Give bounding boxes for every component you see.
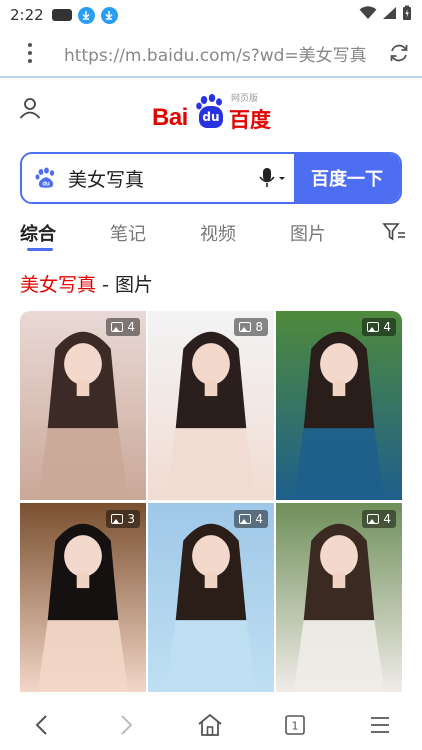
forward-icon[interactable]	[111, 710, 141, 740]
image-count-badge: 8	[234, 318, 268, 336]
search-query: 美女写真	[68, 168, 145, 191]
status-bar: 2:22	[0, 0, 422, 30]
gallery-icon	[239, 514, 252, 524]
menu-icon[interactable]	[365, 710, 395, 740]
url-field[interactable]: https://m.baidu.com/s?wd=美女写真	[64, 41, 380, 66]
voice-input-icon[interactable]	[250, 166, 294, 190]
reload-icon[interactable]	[380, 42, 410, 64]
result-tabs: 综合 笔记 视频 图片	[0, 212, 422, 252]
logo-text-bai: Bai	[152, 104, 188, 131]
portrait-thumbnail	[20, 503, 146, 692]
browser-address-bar: https://m.baidu.com/s?wd=美女写真	[0, 30, 422, 78]
image-section-title[interactable]: 美女写真 - 图片	[20, 270, 153, 297]
image-result[interactable]: 8	[148, 311, 274, 500]
section-title-highlight: 美女写真	[20, 274, 97, 296]
image-result[interactable]: 4	[276, 311, 402, 500]
home-icon[interactable]	[195, 710, 225, 740]
download-icon	[77, 6, 95, 24]
search-box: du 美女写真 百度一下	[20, 152, 402, 204]
gallery-icon	[367, 322, 380, 332]
portrait-thumbnail	[20, 311, 146, 500]
logo-text-du: du	[199, 106, 223, 128]
portrait-thumbnail	[276, 503, 402, 692]
tabs-count-icon[interactable]: 1	[280, 710, 310, 740]
image-count: 4	[255, 512, 263, 526]
image-grid: 4 8 4 3 4 4	[20, 311, 402, 692]
active-tab-indicator	[27, 248, 53, 251]
status-time: 2:22	[10, 6, 44, 24]
browser-menu-icon[interactable]	[16, 43, 44, 63]
image-result[interactable]: 4	[276, 503, 402, 692]
signal-icon	[382, 6, 397, 24]
image-count: 4	[127, 320, 135, 334]
svg-text:du: du	[42, 182, 50, 188]
image-count: 8	[255, 320, 263, 334]
baidu-paw-icon: du	[35, 167, 55, 188]
section-title-suffix: - 图片	[96, 274, 153, 296]
svg-text:1: 1	[292, 720, 299, 733]
image-count-badge: 4	[362, 510, 396, 528]
search-input[interactable]: du 美女写真	[22, 154, 294, 202]
gallery-icon	[239, 322, 252, 332]
image-count-badge: 3	[106, 510, 140, 528]
tab-videos[interactable]: 视频	[200, 220, 236, 246]
battery-icon	[402, 5, 412, 25]
back-icon[interactable]	[27, 710, 57, 740]
download-icon-2	[100, 6, 118, 24]
image-count: 3	[127, 512, 135, 526]
wifi-icon	[359, 6, 377, 24]
image-result[interactable]: 3	[20, 503, 146, 692]
gallery-icon	[111, 322, 124, 332]
search-button[interactable]: 百度一下	[294, 154, 400, 202]
image-count-badge: 4	[106, 318, 140, 336]
baidu-logo[interactable]: Bai du 百度 网页版	[152, 94, 272, 134]
portrait-thumbnail	[148, 311, 274, 500]
portrait-thumbnail	[148, 503, 274, 692]
tab-images[interactable]: 图片	[290, 220, 326, 246]
gallery-icon	[111, 514, 124, 524]
gallery-icon	[367, 514, 380, 524]
logo-web-version: 网页版	[231, 94, 259, 104]
user-icon[interactable]	[18, 96, 42, 124]
portrait-thumbnail	[276, 311, 402, 500]
image-result[interactable]: 4	[148, 503, 274, 692]
image-count: 4	[383, 512, 391, 526]
baidu-header: Bai du 百度 网页版	[0, 78, 422, 146]
tab-all[interactable]: 综合	[20, 220, 56, 246]
image-count-badge: 4	[362, 318, 396, 336]
filter-icon[interactable]	[382, 221, 406, 247]
tab-notes[interactable]: 笔记	[110, 220, 146, 246]
image-count: 4	[383, 320, 391, 334]
status-notification-icons	[51, 6, 118, 24]
incognito-icon	[51, 9, 72, 21]
browser-bottom-nav: 1	[0, 700, 422, 750]
image-count-badge: 4	[234, 510, 268, 528]
logo-text-cn: 百度	[229, 108, 271, 132]
image-result[interactable]: 4	[20, 311, 146, 500]
